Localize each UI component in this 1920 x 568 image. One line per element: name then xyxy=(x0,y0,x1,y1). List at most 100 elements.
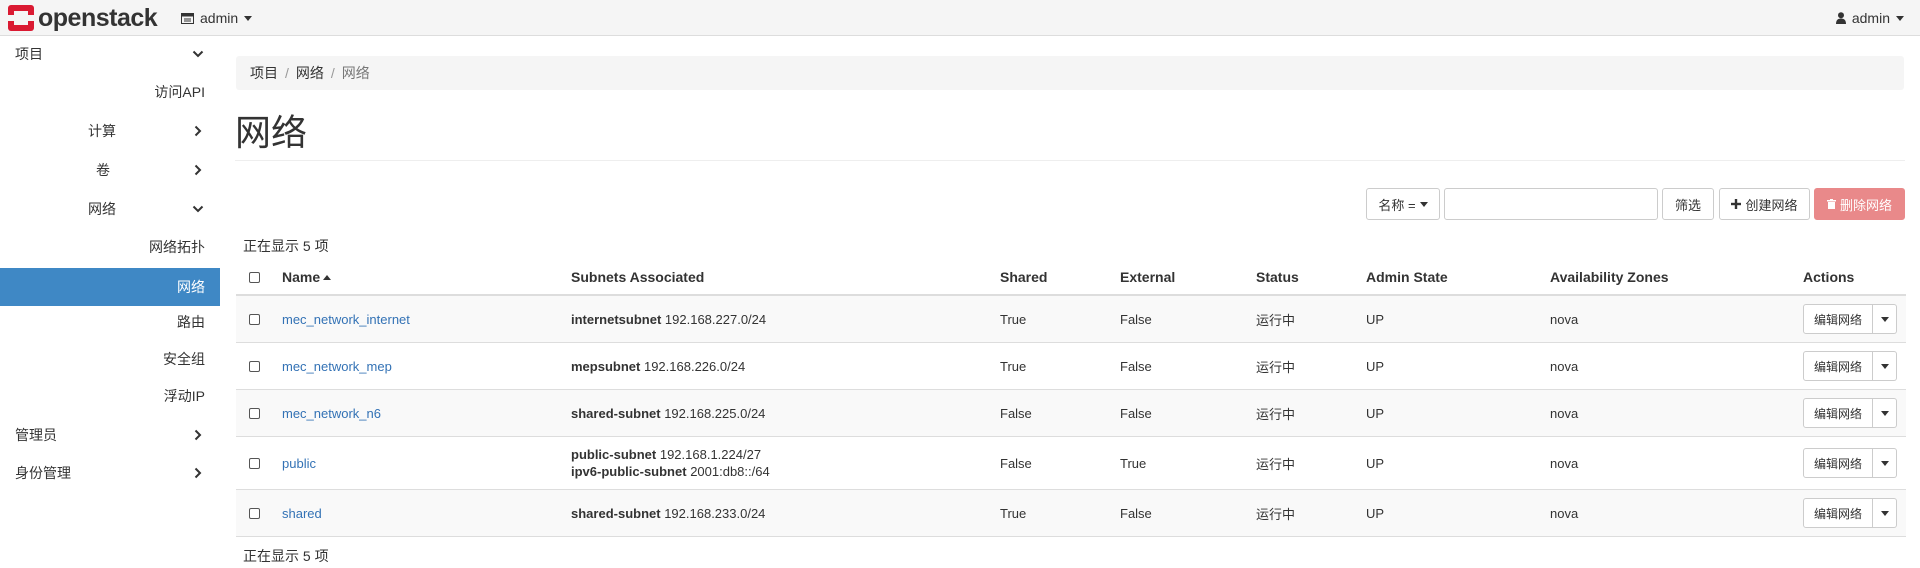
row-actions: 编辑网络 xyxy=(1803,448,1897,478)
status-cell: 运行中 xyxy=(1256,456,1296,472)
filter-input[interactable] xyxy=(1444,188,1658,220)
shared-cell: False xyxy=(1000,405,1032,421)
filter-field-select[interactable]: 名称 = xyxy=(1366,188,1440,220)
sidebar-item-label: 网络 xyxy=(88,201,116,217)
row-checkbox[interactable] xyxy=(249,457,260,469)
sidebar-item-admin[interactable]: 管理员 xyxy=(0,418,220,452)
table-row: mec_network_internet internetsubnet 192.… xyxy=(236,296,1906,343)
sidebar-item-identity[interactable]: 身份管理 xyxy=(0,456,220,490)
column-header-name[interactable]: Name xyxy=(282,260,332,294)
network-name-link[interactable]: mec_network_mep xyxy=(282,359,392,374)
status-cell: 运行中 xyxy=(1256,506,1296,522)
row-select-cell xyxy=(249,490,260,536)
chevron-down-icon xyxy=(1880,316,1889,322)
filter-button[interactable]: 筛选 xyxy=(1662,188,1714,220)
sidebar-item-floating-ips[interactable]: 浮动IP xyxy=(0,379,220,413)
status-cell: 运行中 xyxy=(1256,406,1296,422)
edit-network-button[interactable]: 编辑网络 xyxy=(1803,498,1873,528)
item-count-footer: 正在显示 5 项 xyxy=(243,548,329,564)
row-actions: 编辑网络 xyxy=(1803,351,1897,381)
admin-state-cell: UP xyxy=(1366,405,1385,421)
select-all-checkbox[interactable] xyxy=(249,271,260,283)
column-header-label: Subnets Associated xyxy=(571,269,705,285)
column-header-subnets[interactable]: Subnets Associated xyxy=(571,260,704,294)
column-header-label: Status xyxy=(1256,269,1299,285)
sidebar-item-label: 安全组 xyxy=(163,351,205,367)
sidebar-item-network[interactable]: 网络 xyxy=(0,192,220,226)
status-cell: 运行中 xyxy=(1256,359,1296,375)
edit-network-button[interactable]: 编辑网络 xyxy=(1803,448,1873,478)
subnets-cell: shared-subnet 192.168.233.0/24 xyxy=(571,490,765,536)
create-network-button[interactable]: 创建网络 xyxy=(1719,188,1810,220)
column-header-zones[interactable]: Availability Zones xyxy=(1550,260,1669,294)
sidebar-item-routers[interactable]: 路由 xyxy=(0,305,220,339)
actions-dropdown-toggle[interactable] xyxy=(1873,448,1897,478)
column-header-actions: Actions xyxy=(1803,260,1854,294)
network-name-link[interactable]: mec_network_internet xyxy=(282,312,410,327)
title-divider xyxy=(235,160,1905,161)
actions-dropdown-toggle[interactable] xyxy=(1873,351,1897,381)
sidebar-item-security-groups[interactable]: 安全组 xyxy=(0,342,220,376)
delete-network-button[interactable]: 删除网络 xyxy=(1814,188,1905,220)
chevron-down-icon xyxy=(1880,460,1889,466)
network-name-link[interactable]: mec_network_n6 xyxy=(282,406,381,421)
column-header-external[interactable]: External xyxy=(1120,260,1175,294)
row-actions: 编辑网络 xyxy=(1803,304,1897,334)
delete-network-label: 删除网络 xyxy=(1839,197,1892,213)
subnet-name: shared-subnet xyxy=(571,405,661,421)
column-header-shared[interactable]: Shared xyxy=(1000,260,1047,294)
breadcrumb-item[interactable]: 项目 xyxy=(250,63,278,83)
sidebar-item-label: 计算 xyxy=(88,123,116,139)
external-cell: False xyxy=(1120,405,1152,421)
row-checkbox[interactable] xyxy=(249,313,260,325)
column-header-status[interactable]: Status xyxy=(1256,260,1299,294)
row-checkbox[interactable] xyxy=(249,507,260,519)
row-actions: 编辑网络 xyxy=(1803,398,1897,428)
actions-dropdown-toggle[interactable] xyxy=(1873,304,1897,334)
zones-cell: nova xyxy=(1550,358,1579,374)
column-header-admin-state[interactable]: Admin State xyxy=(1366,260,1448,294)
actions-dropdown-toggle[interactable] xyxy=(1873,498,1897,528)
brand-name: openstack xyxy=(38,3,158,32)
zones-cell: nova xyxy=(1550,311,1579,327)
chevron-down-icon xyxy=(1880,410,1889,416)
actions-dropdown-toggle[interactable] xyxy=(1873,398,1897,428)
table-header: Name Subnets Associated Shared External … xyxy=(236,260,1906,296)
row-checkbox[interactable] xyxy=(249,360,260,372)
sidebar-item-label: 网络 xyxy=(177,279,205,295)
sidebar-item-label: 身份管理 xyxy=(15,465,71,481)
edit-network-button[interactable]: 编辑网络 xyxy=(1803,351,1873,381)
sidebar-item-network-topology[interactable]: 网络拓扑 xyxy=(0,230,220,264)
chevron-right-icon xyxy=(194,429,202,441)
subnets-cell: shared-subnet 192.168.225.0/24 xyxy=(571,390,765,436)
sidebar-item-project[interactable]: 项目 xyxy=(0,37,220,71)
row-select-cell xyxy=(249,390,260,436)
external-cell: False xyxy=(1120,505,1152,521)
subnet-cidr: 2001:db8::/64 xyxy=(690,464,770,479)
edit-network-button[interactable]: 编辑网络 xyxy=(1803,304,1873,334)
network-name-link[interactable]: shared xyxy=(282,506,322,521)
zones-cell: nova xyxy=(1550,505,1579,521)
user-menu[interactable]: admin xyxy=(1835,10,1904,26)
row-select-cell xyxy=(249,296,260,342)
brand[interactable]: openstack xyxy=(8,3,158,32)
network-name-link[interactable]: public xyxy=(282,456,316,471)
sidebar-item-volumes[interactable]: 卷 xyxy=(0,153,220,187)
subnets-cell: mepsubnet 192.168.226.0/24 xyxy=(571,343,745,389)
row-select-cell xyxy=(249,437,260,489)
project-switcher[interactable]: admin xyxy=(181,10,253,26)
edit-network-button[interactable]: 编辑网络 xyxy=(1803,398,1873,428)
column-header-label: External xyxy=(1120,269,1176,285)
filter-field-label: 名称 = xyxy=(1378,197,1416,213)
row-checkbox[interactable] xyxy=(249,407,260,419)
external-cell: False xyxy=(1120,311,1152,327)
subnet-cidr: 192.168.233.0/24 xyxy=(664,505,766,521)
breadcrumb-item[interactable]: 网络 xyxy=(296,63,324,83)
sidebar-item-networks[interactable]: 网络 xyxy=(0,268,220,306)
row-actions: 编辑网络 xyxy=(1803,498,1897,528)
subnet-name: shared-subnet xyxy=(571,505,661,521)
sidebar-item-compute[interactable]: 计算 xyxy=(0,114,220,148)
name-cell: mec_network_mep xyxy=(282,343,392,389)
sidebar-item-api-access[interactable]: 访问API xyxy=(0,75,220,109)
subnet-name: ipv6-public-subnet xyxy=(571,464,687,479)
